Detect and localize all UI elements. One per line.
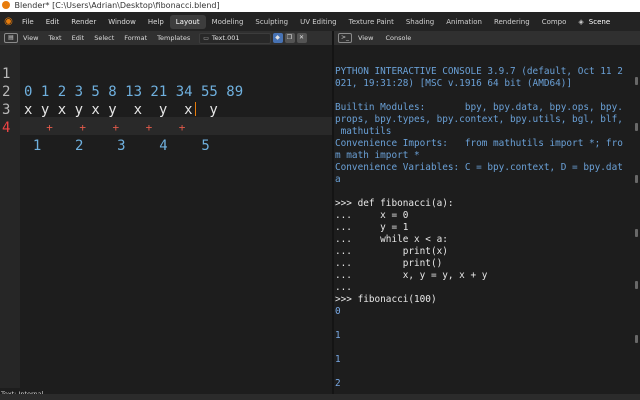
- window-title-bar: Blender* [C:\Users\Adrian\Desktop\fibona…: [0, 0, 640, 12]
- console-line: props, bpy.types, bpy.context, bpy.utils…: [335, 114, 623, 125]
- document-icon: ▭: [203, 34, 209, 42]
- text-menu-text[interactable]: Text: [43, 34, 66, 42]
- console-header: >_ View Console: [334, 31, 640, 45]
- text-menu-view[interactable]: View: [18, 34, 43, 42]
- console-output[interactable]: PYTHON INTERACTIVE CONSOLE 3.9.7 (defaul…: [335, 66, 633, 390]
- text-menu-templates[interactable]: Templates: [152, 34, 195, 42]
- console-line: Convenience Variables: C = bpy.context, …: [335, 162, 623, 173]
- console-line: >>> fibonacci(100): [335, 294, 437, 305]
- line-text: x y x y x y x y x y: [24, 102, 218, 118]
- scene-icon[interactable]: ◈: [578, 18, 583, 26]
- text-name[interactable]: Text.001: [212, 34, 240, 42]
- console-line: Builtin Modules: bpy, bpy.data, bpy.ops,…: [335, 102, 623, 113]
- console-line: ... while x < a:: [335, 234, 448, 245]
- tab-texture-paint[interactable]: Texture Paint: [343, 15, 400, 29]
- text-cursor: [195, 102, 196, 116]
- scene-selector[interactable]: Scene: [589, 18, 610, 26]
- code-line: 2 x y x y x y x y x y: [0, 65, 218, 118]
- console-line: a: [335, 174, 341, 185]
- console-line: PYTHON INTERACTIVE CONSOLE 3.9.7 (defaul…: [335, 66, 623, 77]
- code-area[interactable]: 1 0 1 2 3 5 8 13 21 34 55 89 2 x y x y x…: [0, 45, 332, 388]
- text-editor-icon[interactable]: ▤: [4, 33, 18, 43]
- menu-file[interactable]: File: [16, 18, 40, 26]
- menu-render[interactable]: Render: [65, 18, 102, 26]
- code-line: 4 1 2 3 4 5: [0, 101, 210, 154]
- tab-compositing[interactable]: Compo: [536, 15, 573, 29]
- console-line: ... print(): [335, 258, 443, 269]
- console-line: mathutils: [335, 126, 392, 137]
- console-line: 0: [335, 306, 341, 317]
- console-line: ... print(x): [335, 246, 448, 257]
- close-text-icon[interactable]: ✕: [296, 33, 307, 43]
- console-line: ... x, y = y, x + y: [335, 270, 488, 281]
- console-line: ...: [335, 282, 352, 293]
- tab-animation[interactable]: Animation: [440, 15, 488, 29]
- console-line: >>> def fibonacci(a):: [335, 198, 454, 209]
- line-text: + + + + +: [33, 121, 186, 134]
- tab-sculpting[interactable]: Sculpting: [249, 15, 294, 29]
- console-menu-console[interactable]: Console: [379, 34, 417, 42]
- code-line: 3 + + + + +: [0, 83, 185, 134]
- console-scrollbar[interactable]: [635, 77, 638, 377]
- tab-uv-editing[interactable]: UV Editing: [294, 15, 343, 29]
- python-console[interactable]: >_ View Console PYTHON INTERACTIVE CONSO…: [334, 31, 640, 400]
- fake-user-shield-icon[interactable]: ◆: [272, 33, 283, 43]
- console-line: ... y = 1: [335, 222, 409, 233]
- top-bar: ◉ File Edit Render Window Help Layout Mo…: [0, 12, 640, 31]
- tab-modeling[interactable]: Modeling: [206, 15, 250, 29]
- console-icon[interactable]: >_: [338, 33, 352, 43]
- console-line: 1: [335, 330, 341, 341]
- console-line: m math import *: [335, 150, 420, 161]
- console-line: 1: [335, 354, 341, 365]
- line-number-current: 4: [2, 120, 11, 136]
- text-datablock-selector[interactable]: ▭ Text.001: [199, 32, 271, 44]
- status-bar: [0, 394, 640, 400]
- line-text: 1 2 3 4 5: [16, 138, 210, 154]
- duplicate-text-icon[interactable]: ❐: [284, 33, 295, 43]
- text-menu-format[interactable]: Format: [119, 34, 152, 42]
- console-line: ... x = 0: [335, 210, 409, 221]
- console-line: Convenience Imports: from mathutils impo…: [335, 138, 623, 149]
- tab-rendering[interactable]: Rendering: [488, 15, 536, 29]
- tab-layout[interactable]: Layout: [169, 14, 206, 29]
- code-line: 1 0 1 2 3 5 8 13 21 34 55 89: [0, 47, 243, 100]
- console-line: 021, 19:31:28) [MSC v.1916 64 bit (AMD64…: [335, 78, 573, 89]
- text-menu-edit[interactable]: Edit: [67, 34, 90, 42]
- blender-logo-icon: [2, 1, 10, 9]
- line-text: 0 1 2 3 5 8 13 21 34 55 89: [24, 84, 244, 100]
- window-title: Blender* [C:\Users\Adrian\Desktop\fibona…: [14, 1, 220, 10]
- console-menu-view[interactable]: View: [352, 34, 379, 42]
- menu-help[interactable]: Help: [142, 18, 170, 26]
- menu-edit[interactable]: Edit: [40, 18, 66, 26]
- menu-window[interactable]: Window: [102, 18, 142, 26]
- text-editor-header: ▤ View Text Edit Select Format Templates…: [0, 31, 332, 45]
- text-editor: ▤ View Text Edit Select Format Templates…: [0, 31, 332, 400]
- text-menu-select[interactable]: Select: [89, 34, 119, 42]
- tab-shading[interactable]: Shading: [400, 15, 440, 29]
- blender-menu-icon[interactable]: ◉: [3, 16, 14, 27]
- console-line: 2: [335, 378, 341, 389]
